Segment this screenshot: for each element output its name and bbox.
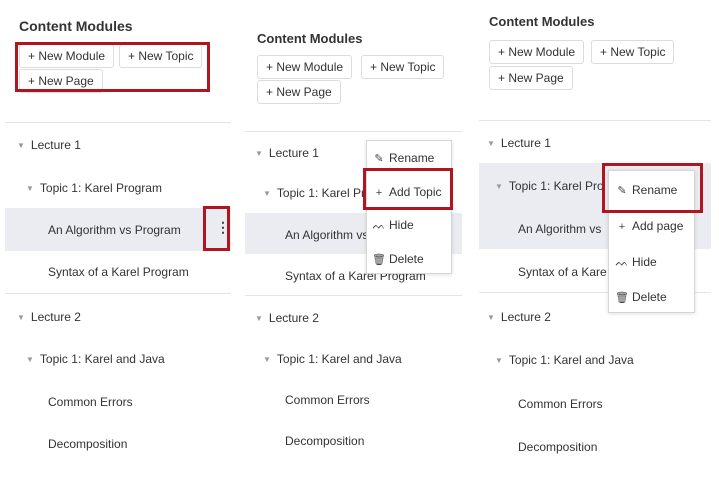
tree-page-decomposition[interactable]: Decomposition bbox=[518, 440, 597, 454]
caret-down-icon: ▼ bbox=[487, 313, 495, 322]
menu-item-label: Delete bbox=[389, 252, 424, 266]
caret-down-icon: ▼ bbox=[495, 356, 503, 365]
menu-item-delete[interactable]: 🗑 Delete bbox=[615, 290, 694, 304]
panel-right: Content Modules + New Module + New Topic… bbox=[479, 0, 711, 460]
tree-page-syntax[interactable]: Syntax of a Karel Program bbox=[48, 265, 189, 279]
tree-label: Lecture 2 bbox=[268, 311, 319, 325]
tree-page-errors[interactable]: Common Errors bbox=[518, 397, 603, 411]
menu-item-label: Add page bbox=[632, 219, 684, 233]
tree-topic-java[interactable]: ▼ Topic 1: Karel and Java bbox=[495, 353, 634, 367]
tree-label: Lecture 2 bbox=[500, 310, 551, 324]
caret-down-icon: ▼ bbox=[495, 182, 503, 191]
menu-item-label: Hide bbox=[389, 218, 414, 232]
tree-label: Topic 1: Karel Pro bbox=[276, 186, 372, 200]
divider bbox=[5, 122, 231, 123]
menu-item-delete[interactable]: 🗑 Delete bbox=[372, 252, 451, 266]
tree-label: Common Errors bbox=[285, 393, 370, 407]
page-title: Content Modules bbox=[489, 14, 595, 29]
menu-item-hide[interactable]: ᨓ Hide bbox=[615, 255, 694, 270]
tree-label: Decomposition bbox=[285, 434, 365, 448]
tree-topic-1[interactable]: ▼ Topic 1: Karel Program bbox=[26, 181, 162, 195]
tree-label: Decomposition bbox=[518, 440, 598, 454]
highlight-box-buttons bbox=[15, 42, 210, 92]
caret-down-icon: ▼ bbox=[487, 139, 495, 148]
caret-down-icon: ▼ bbox=[263, 189, 271, 198]
new-page-button[interactable]: + New Page bbox=[489, 66, 573, 90]
tree-lecture-1[interactable]: ▼ Lecture 1 bbox=[17, 138, 81, 152]
highlight-box-add-topic bbox=[363, 168, 453, 210]
tree-topic-1[interactable]: ▼ Topic 1: Karel Pro bbox=[495, 179, 604, 193]
new-page-button[interactable]: + New Page bbox=[257, 80, 341, 104]
new-module-button[interactable]: + New Module bbox=[489, 40, 585, 64]
tree-label: Topic 1: Karel and Java bbox=[39, 352, 165, 366]
panel-left: Content Modules + New Module + New Topic… bbox=[5, 0, 231, 460]
tree-label: Topic 1: Karel and Java bbox=[276, 352, 402, 366]
tree-lecture-1[interactable]: ▼ Lecture 1 bbox=[487, 136, 551, 150]
tree-topic-java[interactable]: ▼ Topic 1: Karel and Java bbox=[26, 352, 165, 366]
tree-page-errors[interactable]: Common Errors bbox=[48, 395, 133, 409]
tree-topic-1[interactable]: ▼ Topic 1: Karel Pro bbox=[263, 186, 372, 200]
tree-label: Decomposition bbox=[48, 437, 128, 451]
caret-down-icon: ▼ bbox=[263, 355, 271, 364]
menu-item-label: Hide bbox=[632, 255, 657, 269]
tree-label: An Algorithm vs bbox=[518, 222, 602, 236]
caret-down-icon: ▼ bbox=[17, 141, 25, 150]
tree-label: An Algorithm vs bbox=[285, 228, 369, 242]
tree-label: Lecture 1 bbox=[500, 136, 551, 150]
tree-lecture-2[interactable]: ▼ Lecture 2 bbox=[487, 310, 551, 324]
page-title: Content Modules bbox=[19, 18, 133, 34]
highlight-box-rename bbox=[602, 163, 703, 213]
tree-label: Lecture 2 bbox=[30, 310, 81, 324]
tree-label: Syntax of a Kare bbox=[518, 265, 607, 279]
caret-down-icon: ▼ bbox=[255, 149, 263, 158]
menu-item-label: Delete bbox=[632, 290, 667, 304]
tree-label: An Algorithm vs Program bbox=[48, 223, 181, 237]
divider bbox=[245, 295, 462, 296]
tree-label: Common Errors bbox=[518, 397, 603, 411]
tree-page-decomposition[interactable]: Decomposition bbox=[285, 434, 364, 448]
tree-page-decomposition[interactable]: Decomposition bbox=[48, 437, 127, 451]
pencil-icon: ✎ bbox=[374, 153, 384, 165]
tree-page-errors[interactable]: Common Errors bbox=[285, 393, 370, 407]
new-module-button[interactable]: + New Module bbox=[257, 55, 353, 79]
trash-icon: 🗑 bbox=[615, 292, 629, 304]
trash-icon: 🗑 bbox=[372, 254, 386, 266]
tree-page-algorithm[interactable]: An Algorithm vs bbox=[518, 222, 601, 236]
menu-item-hide[interactable]: ᨓ Hide bbox=[372, 218, 451, 233]
divider bbox=[5, 293, 231, 294]
menu-item-add-page[interactable]: + Add page bbox=[615, 219, 694, 233]
panel-middle: Content Modules + New Module + New Topic… bbox=[245, 0, 462, 460]
tree-lecture-2[interactable]: ▼ Lecture 2 bbox=[17, 310, 81, 324]
menu-item-label: Rename bbox=[389, 151, 435, 165]
tree-label: Lecture 1 bbox=[30, 138, 81, 152]
tree-lecture-1[interactable]: ▼ Lecture 1 bbox=[255, 146, 319, 160]
tree-label: Syntax of a Karel Program bbox=[48, 265, 189, 279]
tree-page-algorithm[interactable]: An Algorithm vs bbox=[285, 228, 368, 242]
eye-closed-icon: ᨓ bbox=[372, 220, 386, 232]
tree-lecture-2[interactable]: ▼ Lecture 2 bbox=[255, 311, 319, 325]
page-title: Content Modules bbox=[257, 31, 363, 46]
tree-label: Topic 1: Karel and Java bbox=[508, 353, 634, 367]
tree-label: Topic 1: Karel Pro bbox=[508, 179, 604, 193]
caret-down-icon: ▼ bbox=[255, 314, 263, 323]
tree-page-algorithm[interactable]: An Algorithm vs Program bbox=[48, 223, 181, 237]
new-topic-button[interactable]: + New Topic bbox=[591, 40, 675, 64]
tree-topic-java[interactable]: ▼ Topic 1: Karel and Java bbox=[263, 352, 402, 366]
tree-page-syntax[interactable]: Syntax of a Kare bbox=[518, 265, 607, 279]
tree-label: Topic 1: Karel Program bbox=[39, 181, 162, 195]
caret-down-icon: ▼ bbox=[26, 184, 34, 193]
eye-closed-icon: ᨓ bbox=[615, 257, 629, 269]
tree-label: Lecture 1 bbox=[268, 146, 319, 160]
divider bbox=[245, 131, 462, 132]
menu-item-rename[interactable]: ✎ Rename bbox=[372, 151, 451, 165]
caret-down-icon: ▼ bbox=[17, 313, 25, 322]
tree-label: Common Errors bbox=[48, 395, 133, 409]
highlight-box-kebab bbox=[203, 206, 230, 251]
caret-down-icon: ▼ bbox=[26, 355, 34, 364]
plus-icon: + bbox=[618, 221, 626, 233]
new-topic-button[interactable]: + New Topic bbox=[361, 55, 445, 79]
divider bbox=[479, 120, 711, 121]
